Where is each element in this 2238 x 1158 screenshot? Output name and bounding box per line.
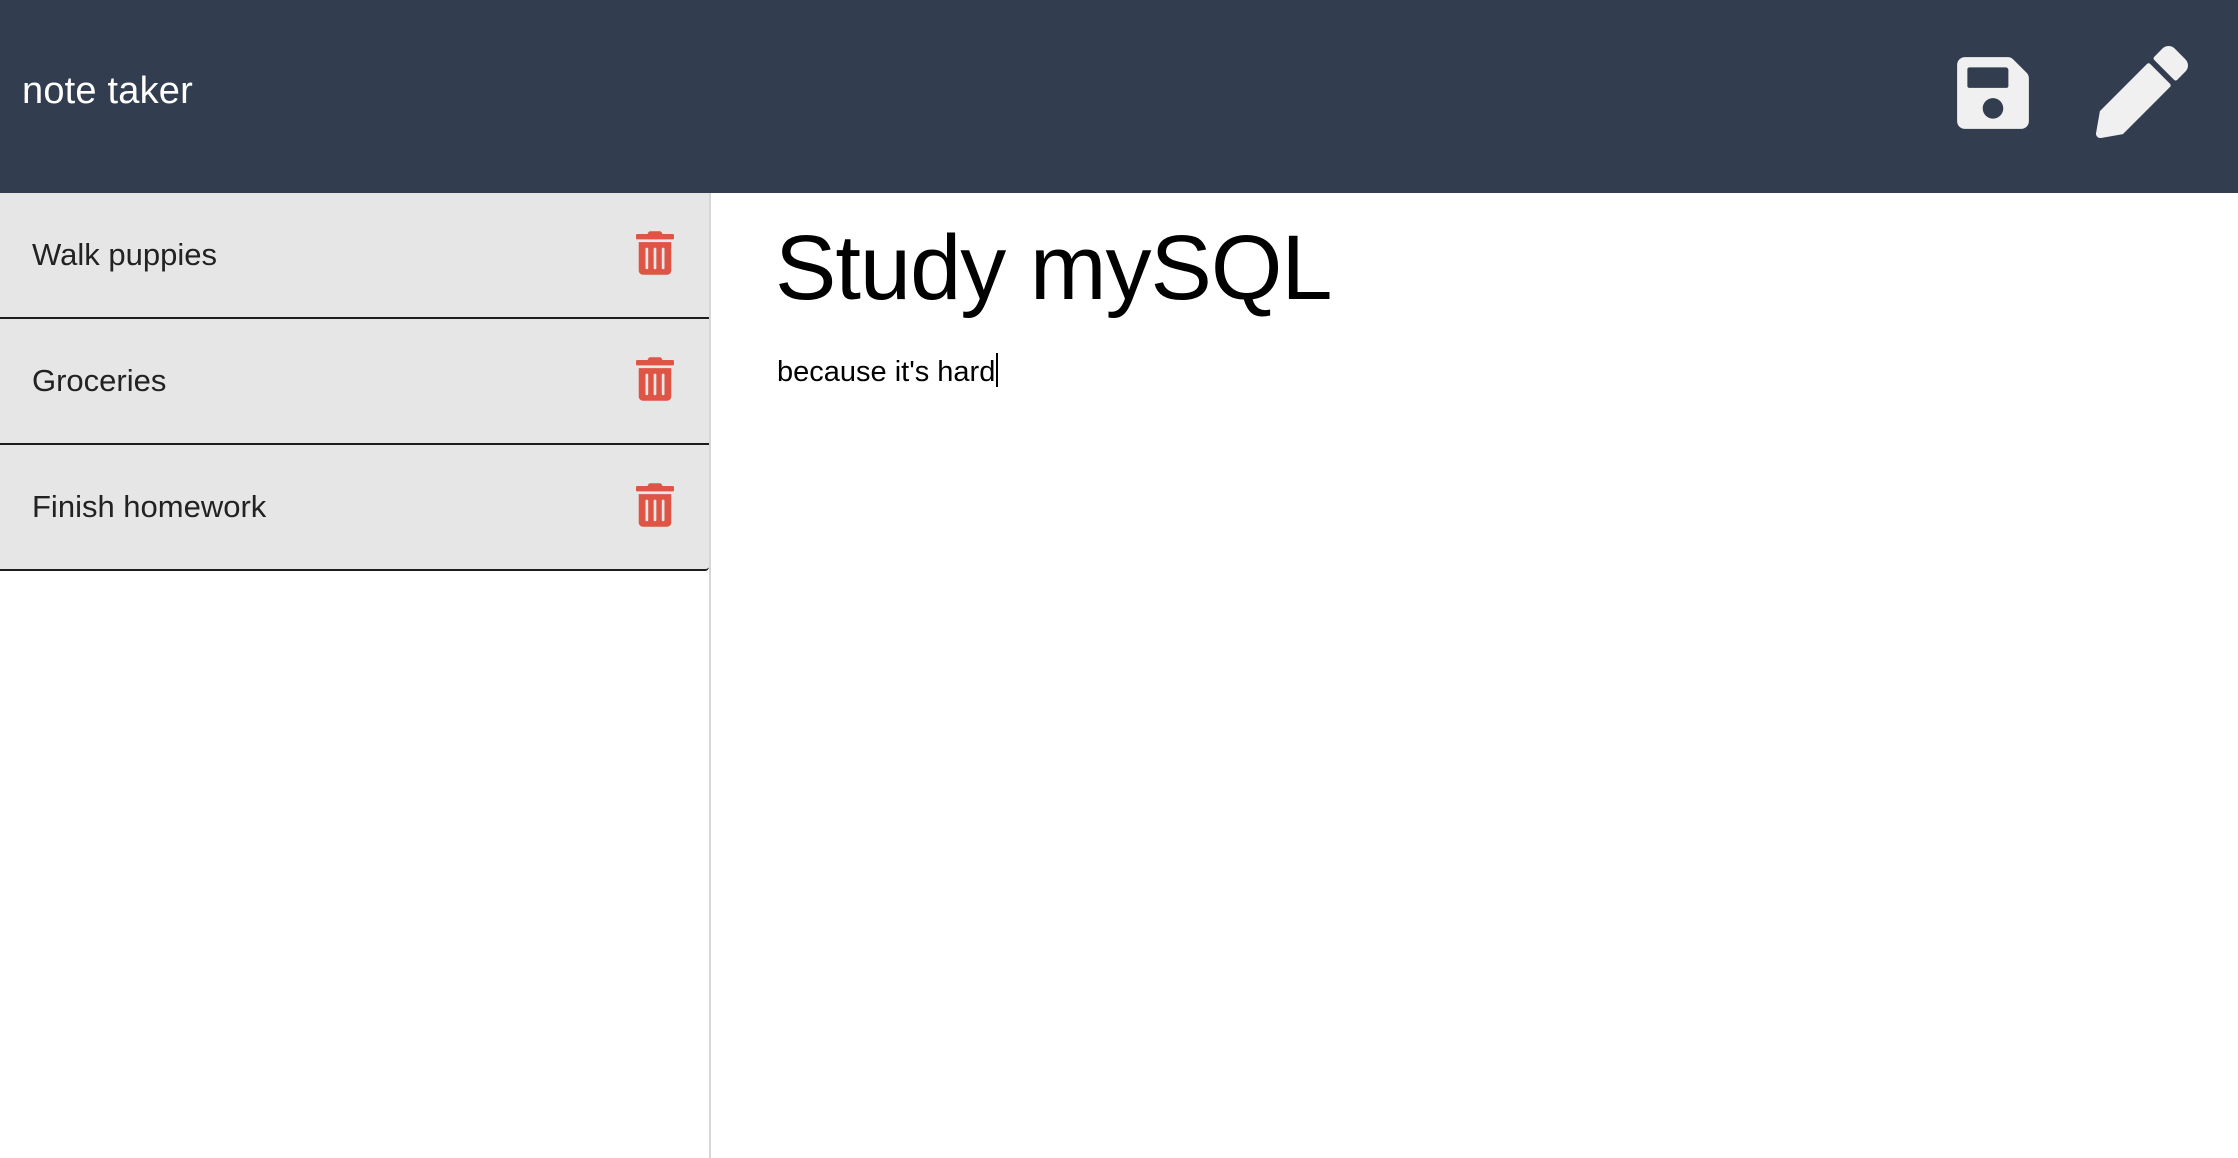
note-title-input[interactable] <box>775 213 2175 323</box>
note-title[interactable]: Walk puppies <box>32 237 217 273</box>
note-editor: because it's hard <box>713 193 2238 1158</box>
save-note-button[interactable] <box>1952 52 2034 134</box>
delete-trash-icon[interactable] <box>636 231 674 275</box>
note-title[interactable]: Groceries <box>32 363 166 399</box>
new-note-pencil-icon[interactable] <box>2096 46 2188 138</box>
note-body-text: because it's hard <box>777 356 996 388</box>
list-item[interactable]: Walk puppies <box>0 193 709 319</box>
app-title[interactable]: note taker <box>22 70 193 113</box>
delete-trash-icon[interactable] <box>636 357 674 401</box>
note-body-textarea[interactable]: because it's hard <box>777 353 999 389</box>
text-cursor <box>996 353 999 387</box>
note-title[interactable]: Finish homework <box>32 489 266 525</box>
top-navbar: note taker <box>0 0 2238 193</box>
delete-trash-icon[interactable] <box>636 483 674 527</box>
note-list-sidebar: Walk puppies Groceries Finish homework <box>0 193 711 1158</box>
list-item[interactable]: Groceries <box>0 319 709 445</box>
note-list: Walk puppies Groceries Finish homework <box>0 193 709 571</box>
list-item[interactable]: Finish homework <box>0 445 709 571</box>
